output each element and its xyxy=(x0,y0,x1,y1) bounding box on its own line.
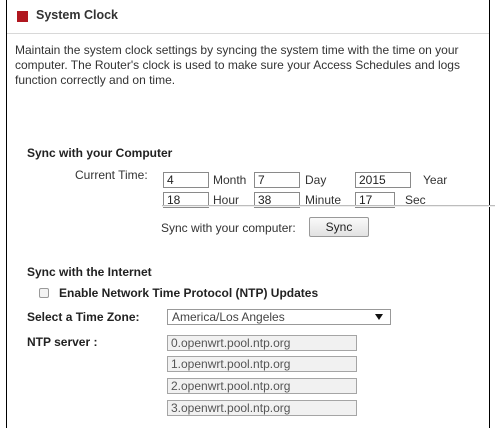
ntp-server-input-2[interactable]: 2.openwrt.pool.ntp.org xyxy=(167,378,357,394)
day-label: Day xyxy=(305,173,327,187)
month-input[interactable] xyxy=(163,172,209,188)
page-description: Maintain the system clock settings by sy… xyxy=(15,43,460,87)
ntp-enable-checkbox[interactable] xyxy=(39,288,49,298)
section-marker-icon xyxy=(17,11,28,22)
page-title: System Clock xyxy=(36,8,118,22)
ntp-server-input-3[interactable]: 3.openwrt.pool.ntp.org xyxy=(167,400,357,416)
dropdown-arrow-icon xyxy=(375,314,383,320)
timezone-value: America/Los Angeles xyxy=(172,310,285,324)
day-input[interactable] xyxy=(254,172,300,188)
ntp-server-input-1[interactable]: 1.openwrt.pool.ntp.org xyxy=(167,356,357,372)
ntp-server-label: NTP server : xyxy=(27,335,98,349)
timezone-select[interactable]: America/Los Angeles xyxy=(167,309,391,325)
year-label: Year xyxy=(423,173,448,187)
ntp-server-input-0[interactable]: 0.openwrt.pool.ntp.org xyxy=(167,335,357,351)
settings-panel: System Clock Maintain the system clock s… xyxy=(6,0,495,428)
current-time-label: Current Time: xyxy=(75,168,148,182)
internet-sync-heading: Sync with the Internet xyxy=(27,265,152,279)
year-input[interactable] xyxy=(355,172,411,188)
sync-button[interactable]: Sync xyxy=(309,217,369,237)
computer-sync-heading: Sync with your Computer xyxy=(27,146,173,160)
sync-computer-label: Sync with your computer: xyxy=(161,221,296,235)
timezone-label: Select a Time Zone: xyxy=(27,310,140,324)
month-label: Month xyxy=(213,173,247,187)
section-divider xyxy=(162,205,495,207)
ntp-enable-label: Enable Network Time Protocol (NTP) Updat… xyxy=(59,286,319,300)
panel-header: System Clock xyxy=(7,0,489,34)
